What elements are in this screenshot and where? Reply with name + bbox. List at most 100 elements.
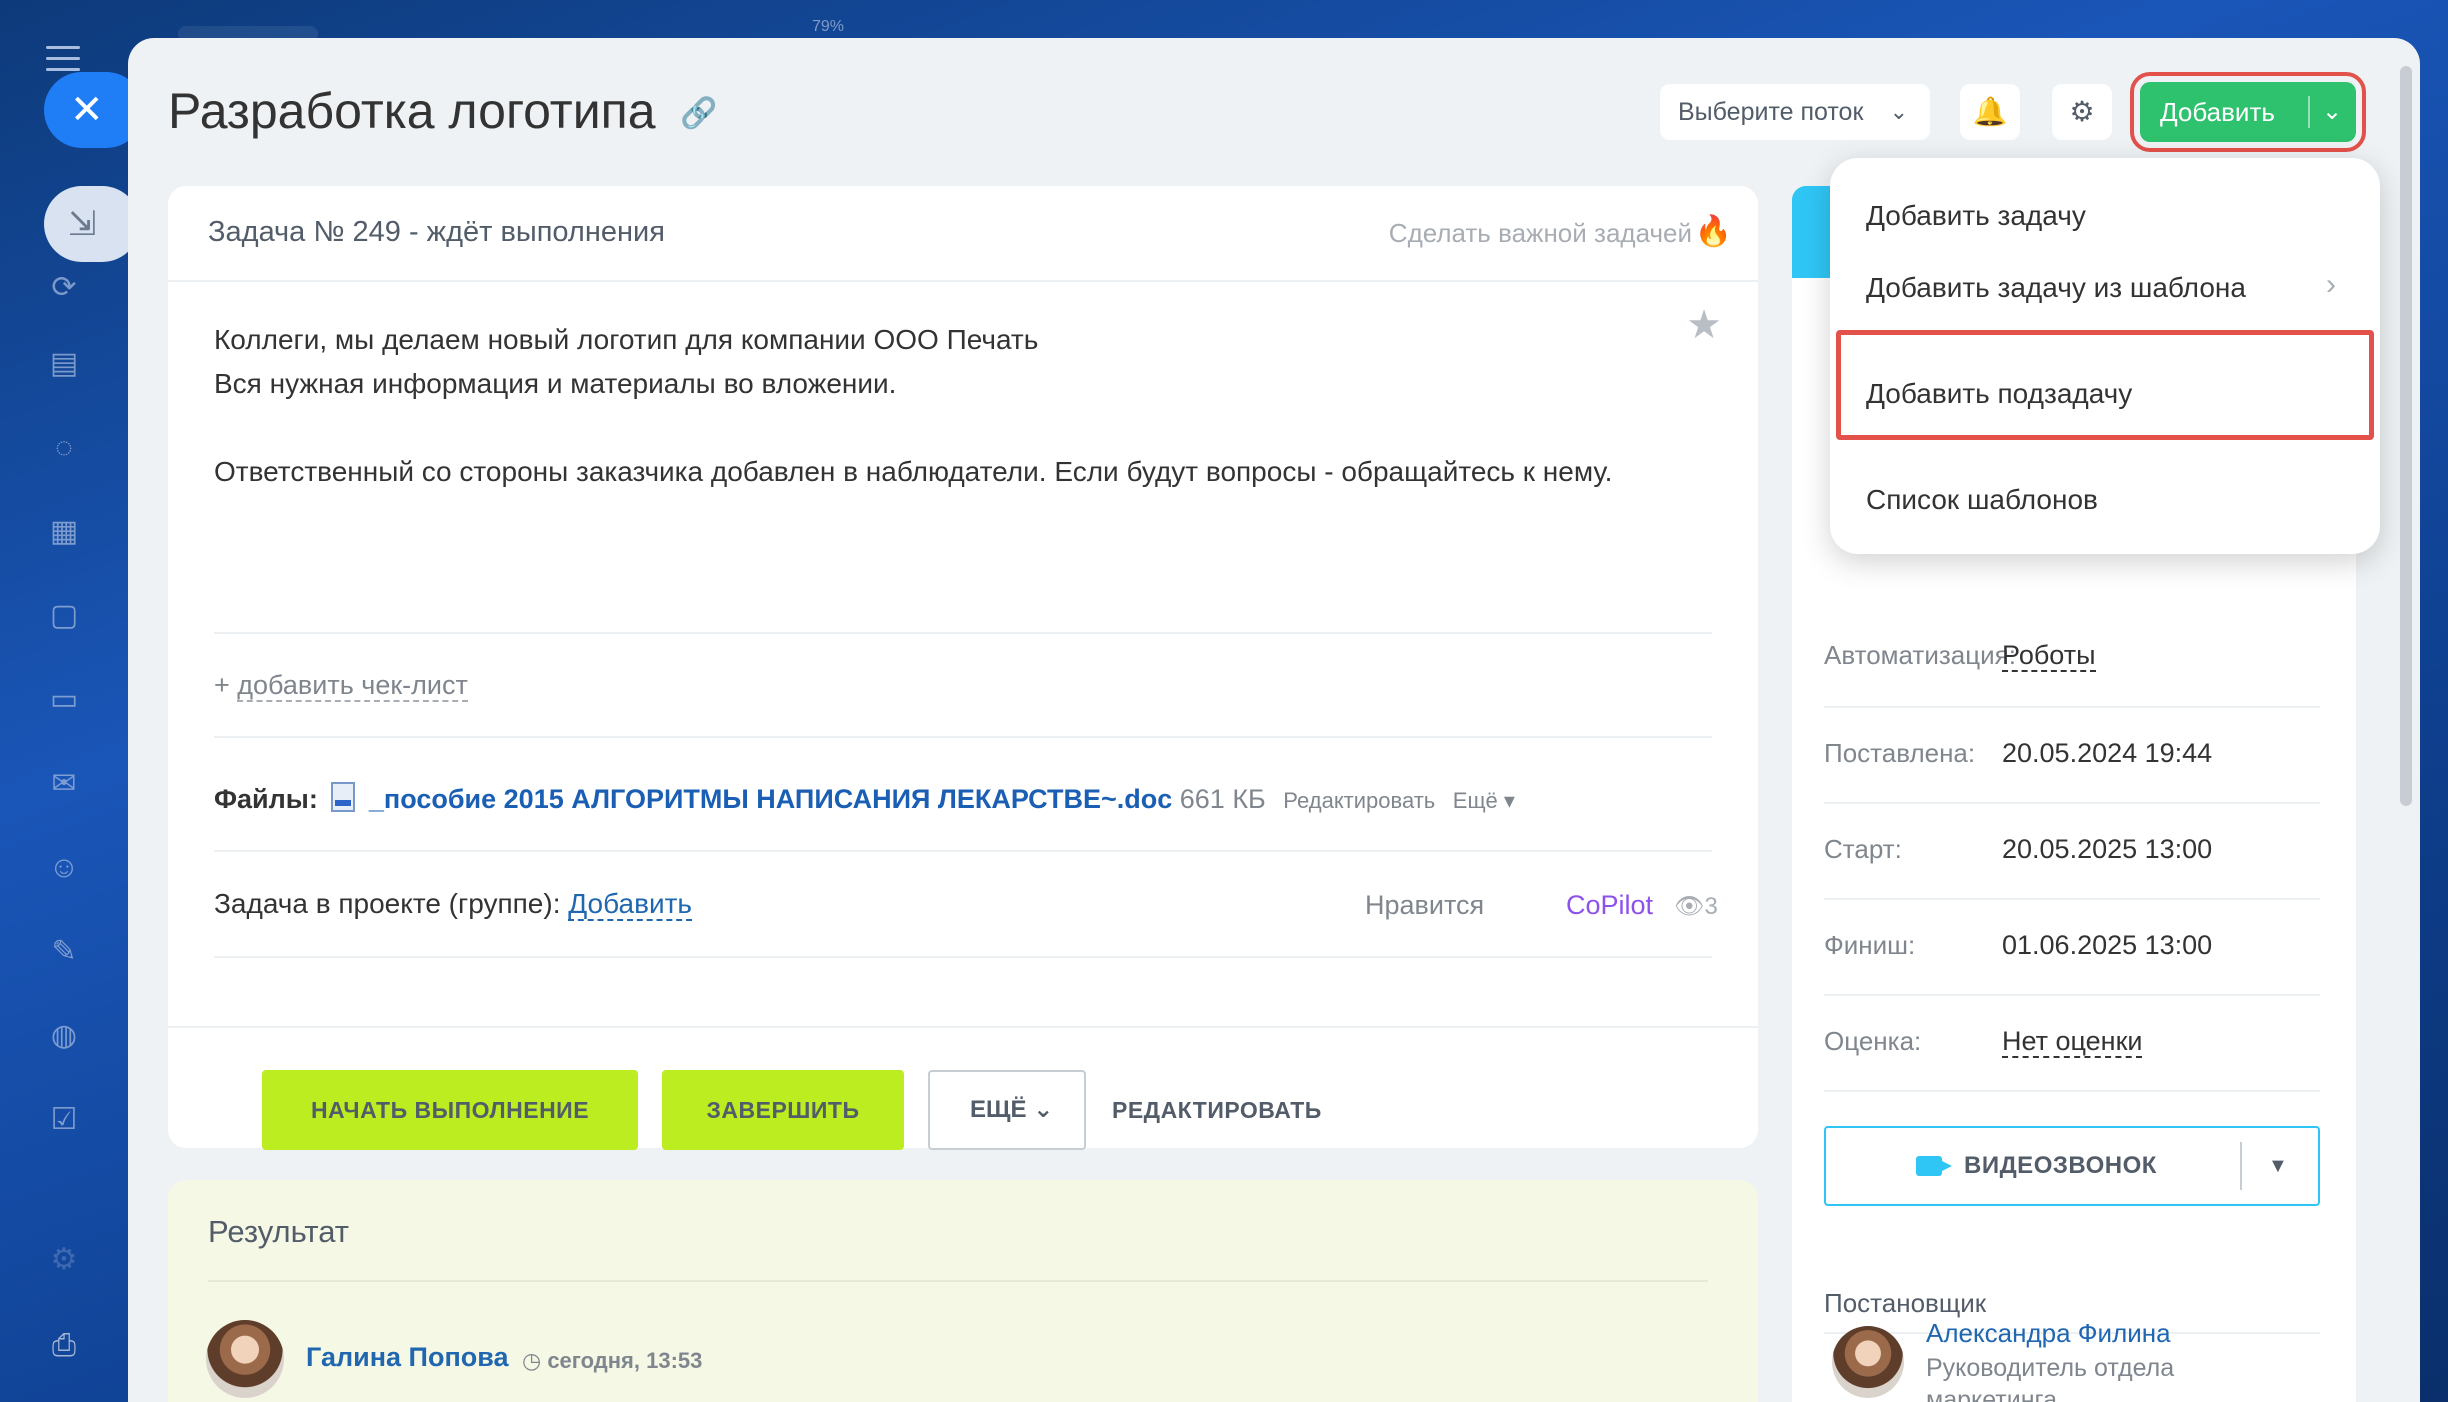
doc-file-icon bbox=[331, 782, 356, 812]
camera-icon bbox=[1916, 1156, 1952, 1176]
gear-icon[interactable]: ⚙ bbox=[2052, 84, 2112, 140]
finish-task-button[interactable]: ЗАВЕРШИТЬ bbox=[662, 1070, 904, 1150]
like-link[interactable]: Нравится bbox=[1365, 890, 1484, 921]
divider bbox=[214, 736, 1712, 738]
video-call-label: ВИДЕОЗВОНОК bbox=[1964, 1152, 2157, 1179]
avatar[interactable] bbox=[1832, 1326, 1904, 1398]
project-add-link[interactable]: Добавить bbox=[568, 888, 693, 921]
document-icon[interactable]: ▤ bbox=[44, 344, 84, 384]
link-icon[interactable]: 🔗 bbox=[680, 96, 717, 131]
task-card-header: Задача № 249 - ждёт выполнения Сделать в… bbox=[168, 186, 1758, 282]
result-time-value: сегодня, 13:53 bbox=[547, 1348, 703, 1373]
creator-role: Руководитель отдела маркетинга bbox=[1926, 1354, 2175, 1402]
more-button[interactable]: ЕЩЁ ⌄ bbox=[928, 1070, 1086, 1150]
divider bbox=[1824, 994, 2320, 996]
menu-item-add-from-template[interactable]: Добавить задачу из шаблона bbox=[1866, 272, 2246, 304]
star-icon[interactable]: ★ bbox=[1686, 302, 1722, 348]
task-description: Коллеги, мы делаем новый логотип для ком… bbox=[214, 318, 1654, 494]
rating-value[interactable]: Нет оценки bbox=[2002, 1026, 2143, 1058]
chevron-down-icon[interactable]: ⌄ bbox=[2322, 82, 2342, 142]
finish-value[interactable]: 01.06.2025 13:00 bbox=[2002, 930, 2212, 961]
file-edit-link[interactable]: Редактировать bbox=[1283, 788, 1435, 813]
divider bbox=[1824, 1090, 2320, 1092]
divider bbox=[2240, 1142, 2242, 1190]
views-count: 3 bbox=[1704, 893, 1718, 920]
divider bbox=[1824, 802, 2320, 804]
flame-icon[interactable]: 🔥 bbox=[1695, 214, 1732, 249]
divider bbox=[214, 632, 1712, 634]
finish-label: Финиш: bbox=[1824, 930, 1916, 960]
page-title: Разработка логотипа bbox=[168, 83, 656, 139]
avatar[interactable] bbox=[206, 1320, 284, 1398]
rating-link[interactable]: Нет оценки bbox=[2002, 1026, 2143, 1058]
task-card: Задача № 249 - ждёт выполнения Сделать в… bbox=[168, 186, 1758, 1150]
chevron-down-icon: ⌄ bbox=[1889, 99, 1908, 124]
add-checklist-link[interactable]: добавить чек-лист bbox=[237, 670, 468, 702]
task-slider-panel: Разработка логотипа 🔗 Выберите поток ⌄ 🔔… bbox=[128, 38, 2420, 1402]
divider bbox=[168, 1026, 1758, 1028]
edit-button[interactable]: РЕДАКТИРОВАТЬ bbox=[1112, 1070, 1322, 1150]
file-more-link[interactable]: Ещё ▾ bbox=[1453, 788, 1515, 813]
caret-down-icon[interactable]: ▼ bbox=[2268, 1128, 2288, 1204]
chevron-right-icon: › bbox=[2326, 268, 2336, 301]
flow-select-label: Выберите поток bbox=[1678, 98, 1864, 126]
calendar-icon[interactable]: ▦ bbox=[44, 512, 84, 552]
description-line bbox=[214, 406, 1654, 450]
mail-icon[interactable]: ✉ bbox=[44, 764, 84, 804]
add-checklist[interactable]: + добавить чек-лист bbox=[214, 670, 468, 702]
video-call-button[interactable]: ВИДЕОЗВОНОК ▼ bbox=[1824, 1126, 2320, 1206]
result-time: ◷ сегодня, 13:53 bbox=[522, 1348, 702, 1374]
flow-select[interactable]: Выберите поток ⌄ bbox=[1660, 84, 1930, 140]
file-icon[interactable]: ▢ bbox=[44, 596, 84, 636]
checklist-icon[interactable]: ☑ bbox=[44, 1100, 84, 1140]
menu-icon[interactable] bbox=[46, 46, 80, 72]
flow-icon[interactable]: ⟳ bbox=[44, 268, 84, 308]
make-important-link[interactable]: Сделать важной задачей bbox=[1389, 218, 1692, 249]
app-sidebar: 79% ✕ ⇲ ⟳ ▤ ◌ ▦ ▢ ▭ ✉ ☺ ✎ ◍ ☑ ⚙ ⎙ bbox=[0, 0, 844, 1402]
divider bbox=[1824, 706, 2320, 708]
start-label: Старт: bbox=[1824, 834, 1902, 864]
menu-item-templates-list[interactable]: Список шаблонов bbox=[1866, 484, 2098, 516]
copilot-link[interactable]: CoPilot bbox=[1566, 890, 1653, 921]
menu-item-add-subtask[interactable]: Добавить подзадачу bbox=[1866, 378, 2132, 410]
creator-title: Постановщик bbox=[1824, 1288, 1987, 1318]
collapse-icon[interactable]: ⇲ bbox=[44, 186, 140, 262]
scrollbar[interactable] bbox=[2400, 66, 2412, 806]
clock-icon: ◷ bbox=[522, 1348, 548, 1373]
project-row: Задача в проекте (группе): Добавить bbox=[214, 888, 693, 921]
files-label: Файлы: bbox=[214, 784, 318, 814]
automation-link[interactable]: Роботы bbox=[2002, 640, 2096, 672]
eye-icon: 👁 bbox=[1674, 893, 1705, 920]
add-button-label: Добавить bbox=[2160, 97, 2275, 127]
settings-icon[interactable]: ⚙ bbox=[44, 1240, 84, 1280]
chevron-down-icon: ⌄ bbox=[1033, 1096, 1054, 1123]
file-size: 661 КБ bbox=[1179, 784, 1266, 814]
created-label: Поставлена: bbox=[1824, 738, 1976, 768]
menu-item-add-task[interactable]: Добавить задачу bbox=[1866, 200, 2086, 232]
contacts-icon[interactable]: ☺ bbox=[44, 848, 84, 888]
start-value[interactable]: 20.05.2025 13:00 bbox=[2002, 834, 2212, 865]
result-title: Результат bbox=[208, 1214, 349, 1249]
description-line: Ответственный со стороны заказчика добав… bbox=[214, 456, 1613, 487]
chat-icon[interactable]: ◌ bbox=[44, 428, 84, 468]
bell-icon[interactable]: 🔔 bbox=[1960, 84, 2020, 140]
file-more-label: Ещё bbox=[1452, 788, 1498, 813]
creator-name[interactable]: Александра Филина bbox=[1926, 1318, 2171, 1349]
automation-value[interactable]: Роботы bbox=[2002, 640, 2096, 672]
drive-icon[interactable]: ▭ bbox=[44, 680, 84, 720]
divider bbox=[1824, 898, 2320, 900]
divider bbox=[2308, 96, 2310, 128]
add-button[interactable]: Добавить ⌄ bbox=[2130, 72, 2366, 152]
file-link[interactable]: _пособие 2015 АЛГОРИТМЫ НАПИСАНИЯ ЛЕКАРС… bbox=[369, 784, 1172, 814]
robot-icon[interactable]: ◍ bbox=[44, 1016, 84, 1056]
printer-icon[interactable]: ⎙ bbox=[44, 1326, 84, 1366]
sign-icon[interactable]: ✎ bbox=[44, 932, 84, 972]
more-button-label: ЕЩЁ bbox=[970, 1096, 1027, 1123]
result-author[interactable]: Галина Попова bbox=[306, 1342, 509, 1373]
description-line: Вся нужная информация и материалы во вло… bbox=[214, 368, 897, 399]
start-task-button[interactable]: НАЧАТЬ ВЫПОЛНЕНИЕ bbox=[262, 1070, 638, 1150]
project-label: Задача в проекте (группе): bbox=[214, 888, 561, 919]
files-row: Файлы: _пособие 2015 АЛГОРИТМЫ НАПИСАНИЯ… bbox=[214, 782, 1515, 815]
add-checklist-prefix: + bbox=[214, 670, 238, 700]
task-number-status: Задача № 249 - ждёт выполнения bbox=[208, 216, 665, 248]
